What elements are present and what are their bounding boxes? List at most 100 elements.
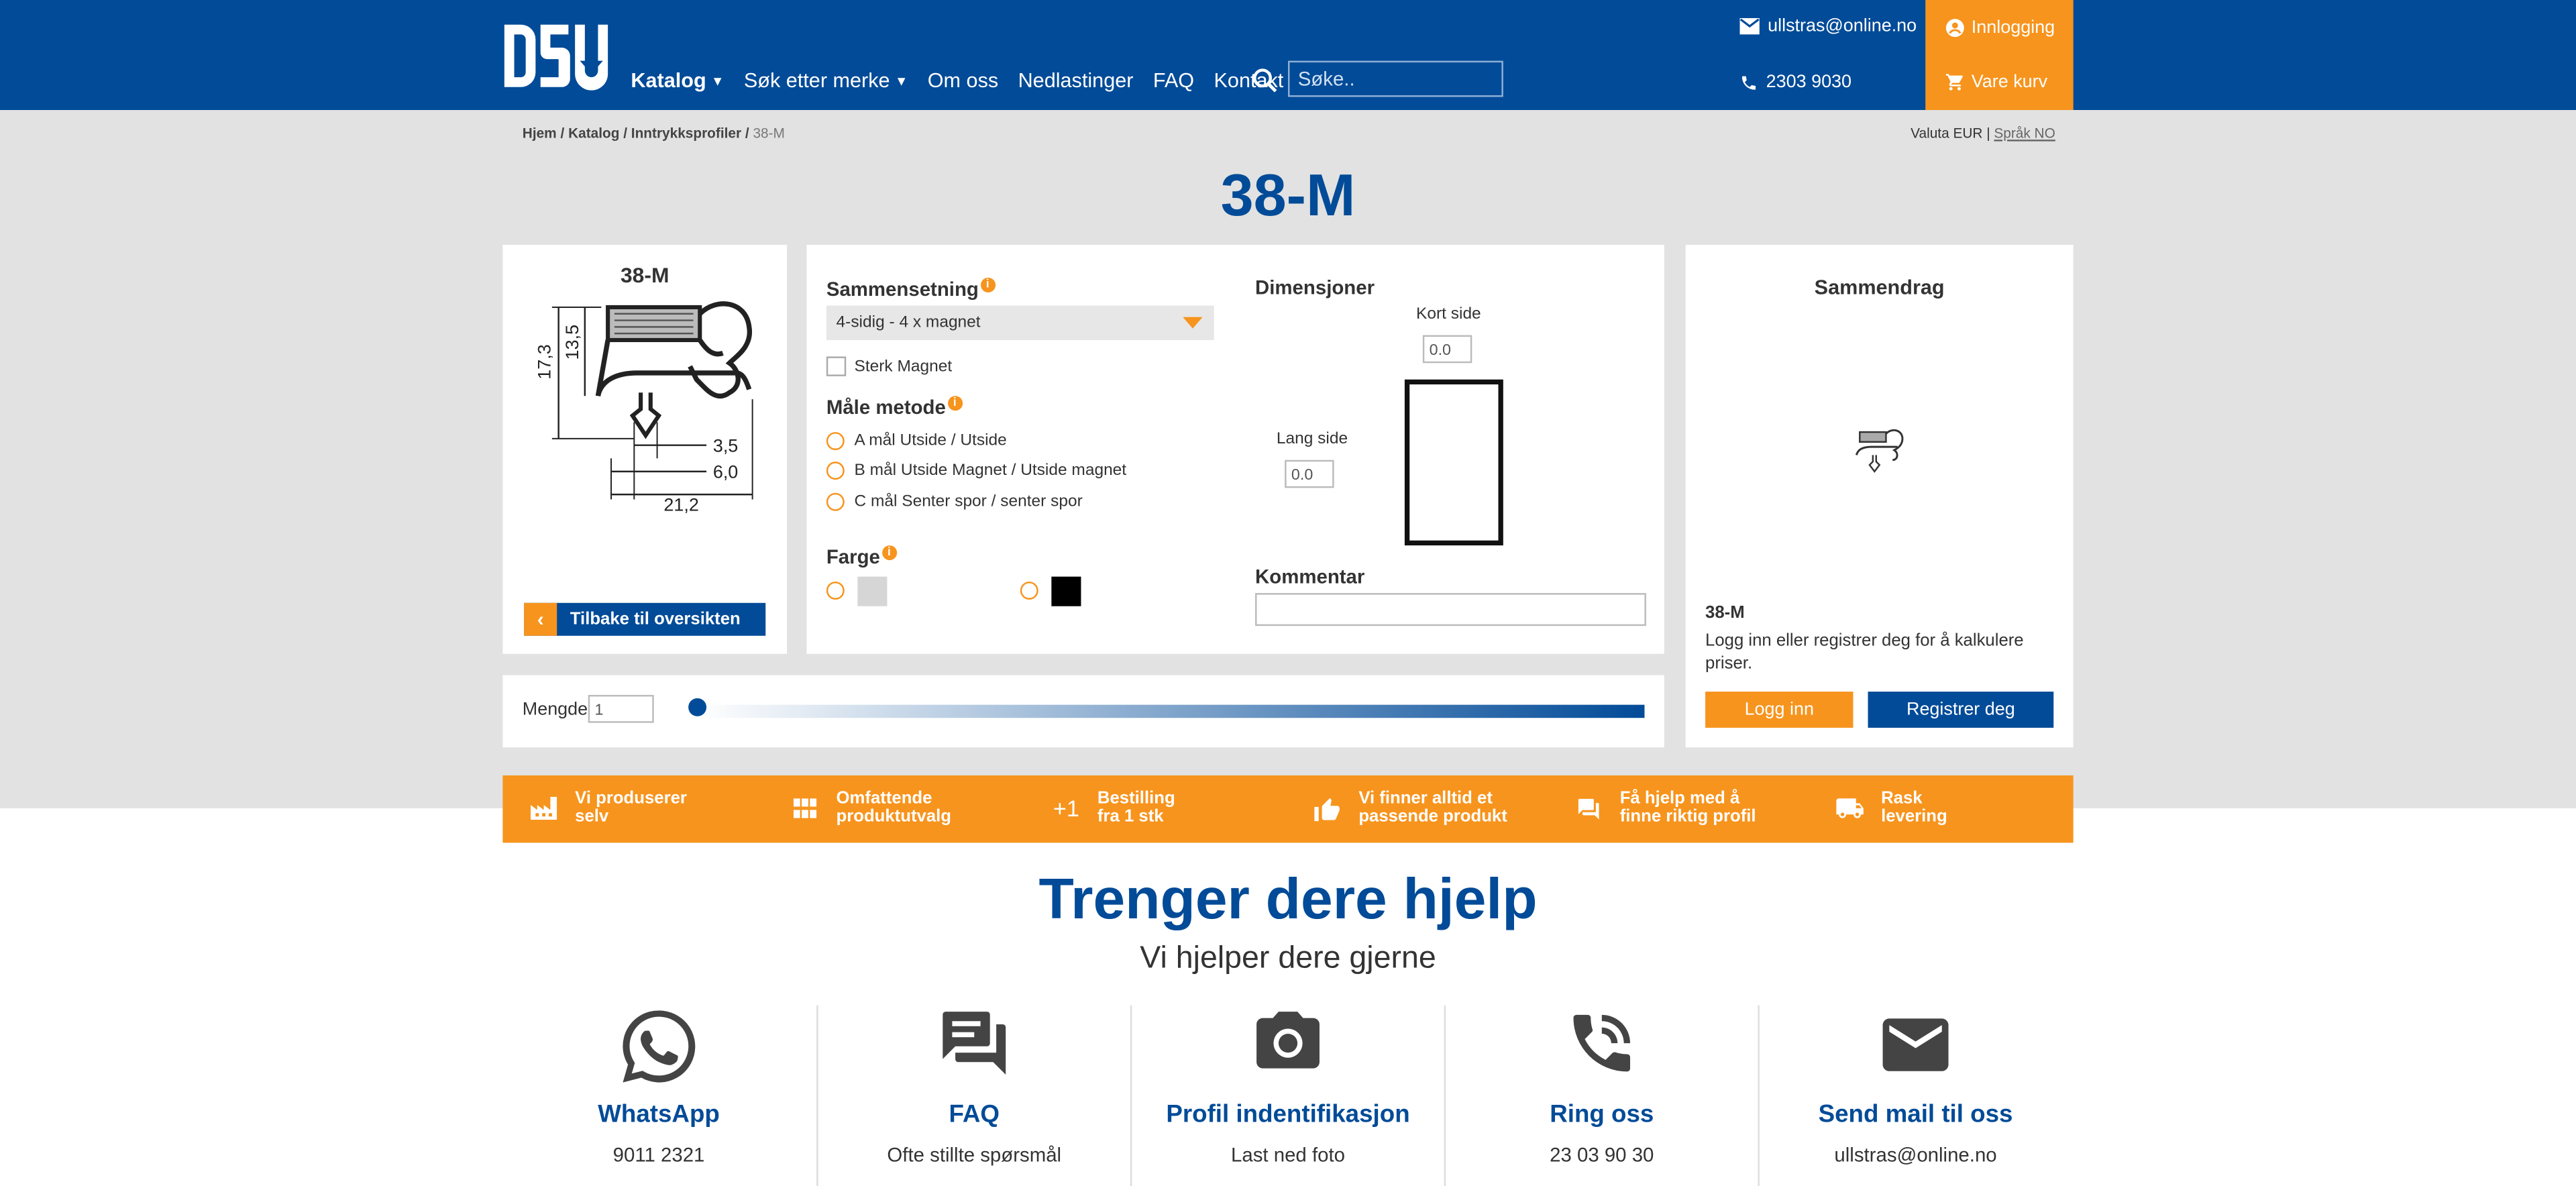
features-bar: Vi produserer selv Omfattende produktutval… [502,775,2074,843]
checkbox-box[interactable] [826,356,847,376]
header-email[interactable]: ullstras@online.no [1739,16,1917,36]
dimension-preview-rectangle [1404,379,1503,546]
help-profile-identification[interactable]: Profil indentifikasjon Last ned foto [1132,1006,1444,1186]
help-item-title: Ring oss [1550,1100,1654,1129]
nav-om-oss[interactable]: Om oss [928,69,998,92]
help-faq[interactable]: FAQ Ofte stillte spørsmål [818,1006,1130,1186]
radio-circle[interactable] [826,462,845,480]
color-label: Farge i [826,545,897,568]
quantity-slider-track[interactable] [696,704,1645,718]
color-radio-black[interactable] [1020,581,1038,600]
color-swatch-black[interactable] [1051,576,1081,606]
cart-text: Vare kurv [1971,72,2048,93]
quantity-label: Mengde [522,700,588,720]
color-swatch-grey[interactable] [857,576,888,606]
comment-input[interactable] [1255,593,1646,627]
whatsapp-icon [623,1010,696,1083]
help-item-title: WhatsApp [598,1100,720,1129]
summary-title: Sammendrag [1814,276,1945,299]
help-call-us[interactable]: Ring oss 23 03 90 30 [1446,1006,1758,1186]
grid-icon [793,798,817,818]
info-icon[interactable]: i [947,396,963,411]
nav-label: Søk etter merke [743,68,890,93]
login-text: Innlogging [1971,17,2055,38]
method-radio-a[interactable]: A mål Utside / Utside [826,432,1007,451]
breadcrumb-category[interactable]: Inntrykksprofiler [631,125,741,141]
mail-icon [1739,17,1760,35]
currency-selector[interactable]: Valuta EUR [1911,125,1982,141]
cart-icon [1945,74,1963,91]
email-text: ullstras@online.no [1768,16,1917,36]
feature-item: Omfattende produktutvalg [784,790,951,826]
dim-dart: 3,5 [713,435,738,455]
register-button[interactable]: Registrer deg [1868,692,2054,728]
dim-base: 6,0 [713,462,738,482]
quantity-input[interactable]: 1 [588,694,654,723]
login-button[interactable]: Logg inn [1705,692,1854,728]
nav-faq[interactable]: FAQ [1153,69,1194,92]
feature-text: Få hjelp med å [1619,788,1740,808]
phone-icon [1741,75,1756,89]
dim-magnet-height: 13,5 [562,325,582,360]
method-label: Måle metode i [826,396,963,419]
method-c-label: C mål Senter spor / senter spor [854,492,1083,511]
help-whatsapp[interactable]: WhatsApp 9011 2321 [502,1006,814,1186]
top-navigation-bar: Katalog ▼ Søk etter merke ▼ Om oss Nedlast… [0,0,2576,111]
back-to-overview-button[interactable]: ‹ Tilbake til oversikten [524,602,766,636]
summary-text: Logg inn eller registrer deg for å kalku… [1705,631,2024,674]
help-item-title: Profil indentifikasjon [1166,1100,1410,1129]
breadcrumb-home[interactable]: Hjem [523,125,557,141]
truck-icon [1836,798,1864,818]
quantity-slider-handle[interactable] [688,698,707,716]
phone-callback-icon [1573,1014,1631,1072]
method-radio-c[interactable]: C mål Senter spor / senter spor [826,492,1083,511]
locale-switcher: Valuta EUR | Språk NO [1911,125,2055,142]
breadcrumb-catalog[interactable]: Katalog [568,125,619,141]
help-item-sub: Ofte stillte spørsmål [887,1143,1062,1167]
chevron-down-icon: ▼ [894,74,908,89]
info-icon[interactable]: i [980,277,996,292]
feature-item: Få hjelp med å finne riktig profil [1567,790,1756,826]
strong-magnet-checkbox[interactable]: Sterk Magnet [826,356,952,376]
help-item-sub: Last ned foto [1231,1143,1345,1167]
help-send-mail[interactable]: Send mail til oss ullstras@online.no [1760,1006,2072,1186]
dim-height: 17,3 [535,344,554,379]
strong-magnet-label: Sterk Magnet [854,357,953,376]
breadcrumb: Hjem / Katalog / Inntrykksprofiler / 38-… [522,125,785,142]
profile-drawing: 17,3 13,5 3,5 6,0 21,2 [535,301,753,515]
login-link[interactable]: Innlogging [1945,18,2055,38]
mail-icon [1882,1018,1949,1071]
short-side-input[interactable]: 0.0 [1422,335,1472,364]
factory-icon [531,796,557,820]
header-phone[interactable]: 2303 9030 [1739,72,1851,92]
account-block: Innlogging Vare kurv [1925,0,2074,111]
nav-katalog[interactable]: Katalog ▼ [631,69,724,92]
radio-circle[interactable] [826,432,845,451]
cart-link[interactable]: Vare kurv [1945,72,2047,92]
help-subtitle: Vi hjelper dere gjerne [1140,941,1436,976]
method-radio-b[interactable]: B mål Utside Magnet / Utside magnet [826,462,1126,480]
search-input[interactable] [1288,60,1503,97]
search-icon[interactable] [1252,67,1278,93]
nav-sok-etter-merke[interactable]: Søk etter merke ▼ [744,69,908,92]
forum-icon [943,1012,1006,1075]
feature-text: Bestilling [1097,788,1175,808]
color-radio-grey[interactable] [826,581,845,600]
nav-label: Katalog [631,68,706,93]
help-title: Trenger dere hjelp [1038,867,1538,932]
back-label: Tilbake til oversikten [570,609,741,629]
nav-nedlastinger[interactable]: Nedlastinger [1018,69,1134,92]
info-icon[interactable]: i [881,545,897,561]
help-item-sub: ullstras@online.no [1834,1143,1997,1167]
composition-select[interactable]: 4-sidig - 4 x magnet [826,305,1214,340]
long-side-input[interactable]: 0.0 [1285,460,1334,488]
dsu-logo[interactable] [501,21,610,91]
feature-item: Vi finner alltid et passende produkt [1306,790,1507,826]
long-side-label: Lang side [1276,430,1348,449]
feature-text: levering [1881,806,1947,826]
composition-label-text: Sammensetning [826,277,979,301]
breadcrumb-current: 38-M [753,125,785,142]
radio-circle[interactable] [826,492,845,511]
language-selector[interactable]: Språk NO [1994,125,2055,141]
feature-item: Rask levering [1829,790,1947,826]
